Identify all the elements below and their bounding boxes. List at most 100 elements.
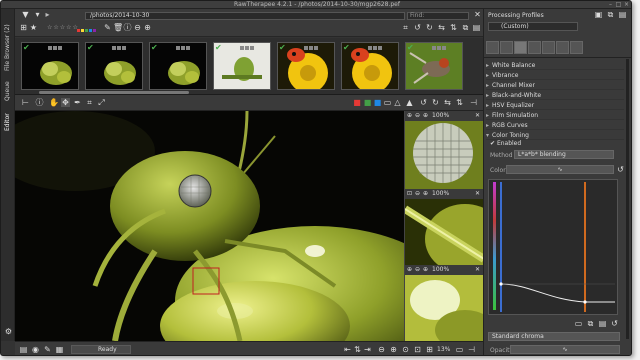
tab-exposure[interactable]	[486, 41, 499, 54]
minimize-icon[interactable]: –	[607, 2, 614, 8]
clear-find-icon[interactable]: ✕	[473, 10, 482, 19]
zoom-in-icon[interactable]: ⊕	[423, 111, 428, 121]
snapshot-icon[interactable]: ◉	[31, 345, 40, 354]
copy-profile-icon[interactable]: ⧉	[606, 10, 615, 19]
flip-vertical-icon[interactable]: ⇅	[449, 23, 458, 32]
channel-rgb-icon[interactable]: ■	[351, 98, 363, 107]
curve-save-icon[interactable]: ▤	[598, 319, 607, 328]
thumbnail-actions[interactable]	[47, 44, 77, 50]
flip-horizontal-icon[interactable]: ⇆	[443, 98, 452, 107]
thumbnail[interactable]: ✔	[405, 42, 463, 90]
maximize-icon[interactable]: □	[615, 2, 622, 8]
zoom-in-icon[interactable]: ⊕	[389, 345, 398, 354]
color-toning-curve[interactable]	[488, 179, 618, 315]
tool-section[interactable]: Vibrance	[486, 71, 624, 80]
tool-section[interactable]: Black-and-White	[486, 91, 624, 100]
chroma-select[interactable]: Standard chroma	[488, 332, 620, 341]
image-preview[interactable]	[15, 111, 404, 341]
thumbnail[interactable]: ✔	[21, 42, 79, 90]
zoom-in-icon[interactable]: ⊕	[423, 189, 428, 199]
filter-icon[interactable]: ▼	[21, 10, 30, 19]
tab-metadata[interactable]	[570, 41, 583, 54]
color-curve-select[interactable]: ∿	[506, 165, 614, 174]
tool-section[interactable]: White Balance	[486, 61, 624, 70]
thumbnail-actions[interactable]	[111, 44, 141, 50]
reset-icon[interactable]: ↺	[616, 165, 625, 174]
enabled-checkbox[interactable]: ✔ Enabled	[490, 140, 521, 147]
tab-raw[interactable]	[556, 41, 569, 54]
path-input[interactable]: /photos/2014-10-30	[85, 12, 405, 20]
tab-color[interactable]	[514, 41, 527, 54]
preview-mode-icon[interactable]: ▭	[383, 98, 392, 107]
history-icon[interactable]: ▤	[19, 345, 28, 354]
zoom-in-icon[interactable]: ⊕	[423, 265, 428, 275]
zoom-out-icon[interactable]: ⊖	[377, 345, 386, 354]
channel-green-icon[interactable]: ■	[363, 98, 372, 107]
star-rating-filter[interactable]: ☆☆☆☆☆	[47, 24, 79, 31]
swatch-blue[interactable]	[89, 29, 92, 32]
clipped-highlights-icon[interactable]: △	[393, 98, 402, 107]
crop-tool-icon[interactable]: ⌗	[85, 98, 94, 107]
thumbnail[interactable]: ✔	[277, 42, 335, 90]
find-input[interactable]: Find:	[407, 12, 469, 20]
color-label-filter[interactable]	[77, 26, 97, 34]
zoom-fit-icon[interactable]: ⊡	[413, 345, 422, 354]
panel-scrollbar[interactable]	[626, 59, 629, 339]
thumbnail[interactable]: ✔	[213, 42, 271, 90]
copy-profile-icon[interactable]: ⧉	[461, 23, 470, 32]
swatch-red[interactable]	[77, 29, 80, 32]
flip-horizontal-icon[interactable]: ⇆	[437, 23, 446, 32]
tool-section[interactable]: RGB Curves	[486, 121, 624, 130]
toggle-right-panel-icon[interactable]: ⊣	[469, 98, 478, 107]
paste-profile-icon[interactable]: ▤	[618, 10, 627, 19]
edited-filter-icon[interactable]: ✎	[103, 23, 112, 32]
dropdown-icon[interactable]: ▾	[33, 10, 42, 19]
grid-icon[interactable]: ⊞	[19, 23, 28, 32]
edit-icon[interactable]: ✎	[43, 345, 52, 354]
paste-profile-icon[interactable]: ▤	[472, 23, 481, 32]
hide-panel-icon[interactable]: ⊢	[21, 98, 30, 107]
tool-section[interactable]: Color Toning	[486, 131, 624, 140]
pan-tool-icon[interactable]: ✥	[61, 98, 70, 107]
zoom-fit-icon[interactable]: ⊡	[407, 189, 412, 199]
swatch-purple[interactable]	[93, 29, 96, 32]
strip-scrollbar[interactable]	[39, 91, 189, 94]
tab-editor[interactable]: Editor	[2, 105, 14, 133]
tab-file-browser[interactable]: File Browser (2)	[2, 13, 14, 73]
toggle-right-panel-icon[interactable]: ⊣	[467, 345, 476, 354]
tab-detail[interactable]	[500, 41, 513, 54]
rotate-left-icon[interactable]: ↺	[419, 98, 428, 107]
zoom-out-icon[interactable]: ⊖	[415, 189, 420, 199]
straighten-icon[interactable]: ⤢	[97, 98, 106, 107]
crop-icon[interactable]: ⌗	[401, 23, 410, 32]
settings-icon[interactable]: ⚙	[4, 327, 13, 336]
zoom-fit-icon[interactable]: ⊕	[407, 265, 412, 275]
info-icon[interactable]: ⓘ	[35, 98, 44, 107]
profile-select[interactable]: (Custom)	[488, 22, 578, 31]
zoom-fit-icon[interactable]: ⊕	[407, 111, 412, 121]
swatch-yellow[interactable]	[81, 29, 84, 32]
thumbnail-actions[interactable]	[303, 44, 333, 50]
hand-tool-icon[interactable]: ✋	[49, 98, 59, 107]
tab-advanced[interactable]	[528, 41, 541, 54]
rotate-left-icon[interactable]: ↺	[413, 23, 422, 32]
trash-icon[interactable]: 🗑	[113, 23, 123, 32]
curve-edit-icon[interactable]: ▭	[574, 319, 583, 328]
zoom-in-icon[interactable]: ⊕	[143, 23, 152, 32]
thumbnail[interactable]: ✔	[85, 42, 143, 90]
clipped-shadows-icon[interactable]: ▲	[405, 98, 414, 107]
tool-section[interactable]: Channel Mixer	[486, 81, 624, 90]
thumbnail-actions[interactable]	[367, 44, 397, 50]
close-icon[interactable]: ✕	[475, 265, 480, 275]
curve-reset-icon[interactable]: ↺	[610, 319, 619, 328]
thumbnail[interactable]: ✔	[149, 42, 207, 90]
next-image-icon[interactable]: ⇥	[363, 345, 372, 354]
color-picker-icon[interactable]: ✒	[73, 98, 82, 107]
star-filter-icon[interactable]: ★	[29, 23, 38, 32]
rotate-right-icon[interactable]: ↻	[431, 98, 440, 107]
prev-image-icon[interactable]: ⇤	[343, 345, 352, 354]
channel-blue-icon[interactable]: ■	[373, 98, 382, 107]
opacity-curve-select[interactable]: ∿	[510, 345, 620, 354]
zoom-out-icon[interactable]: ⊖	[133, 23, 142, 32]
curve-copy-icon[interactable]: ⧉	[586, 319, 595, 328]
